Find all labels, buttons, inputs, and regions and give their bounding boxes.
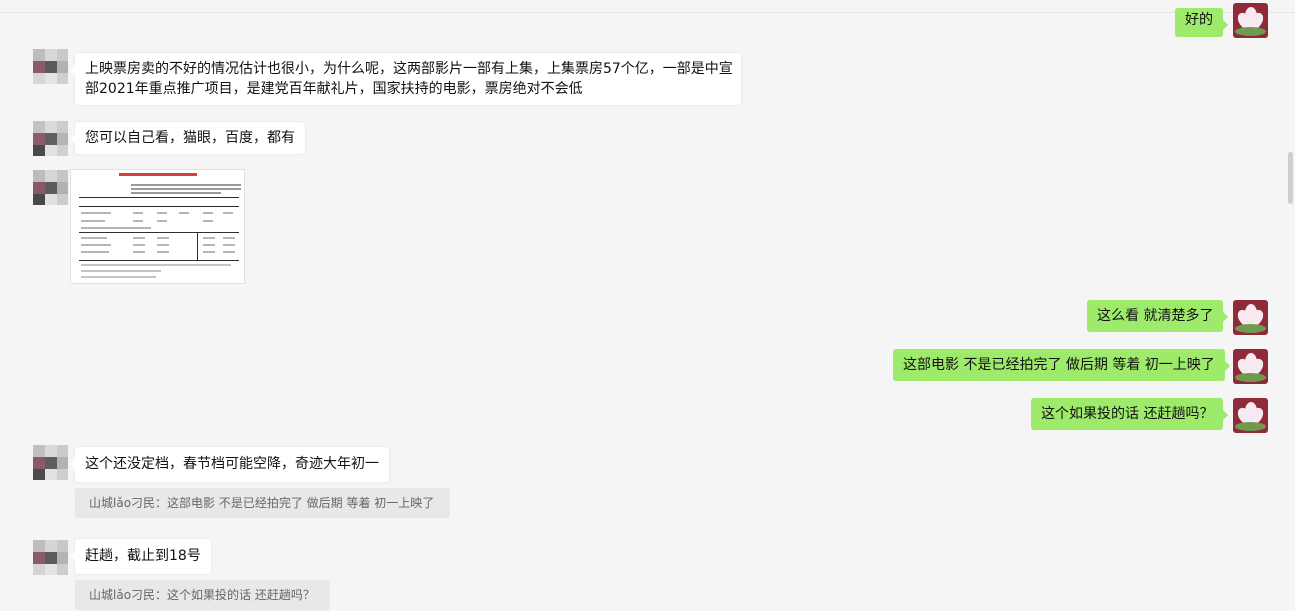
document-title-bar: [119, 173, 197, 176]
chat-bubble-outgoing[interactable]: 这么看 就清楚多了: [1087, 300, 1229, 332]
contact-avatar[interactable]: [33, 49, 68, 84]
self-avatar-lotus-icon[interactable]: [1233, 398, 1268, 433]
document-footnote-line: [81, 270, 161, 272]
chat-bubble-incoming[interactable]: 上映票房卖的不好的情况估计也很小，为什么呢，这两部影片一部有上集，上集票房57个…: [70, 53, 741, 105]
table-cell: [179, 212, 189, 214]
table-cell: [157, 244, 169, 246]
contact-avatar[interactable]: [33, 445, 68, 480]
table-cell: [157, 237, 169, 239]
table-cell: [223, 237, 235, 239]
chat-bubble-incoming[interactable]: 您可以自己看，猫眼，百度，都有: [70, 122, 305, 154]
table-rule: [79, 260, 239, 261]
document-header-line: [131, 192, 221, 194]
table-rule: [79, 197, 239, 198]
message-line: 上映票房卖的不好的情况估计也很小，为什么呢，这两部影片一部有上集，上集票房57个…: [85, 61, 733, 77]
document-header-line: [131, 184, 241, 186]
table-cell: [223, 244, 235, 246]
self-avatar-lotus-icon[interactable]: [1233, 3, 1268, 38]
table-cell: [133, 237, 145, 239]
table-cell: [81, 212, 111, 214]
chat-bubble-incoming[interactable]: 赶趟，截止到18号: [70, 539, 211, 574]
table-cell: [81, 237, 107, 239]
table-cell: [223, 212, 233, 214]
table-cell: [133, 244, 145, 246]
table-cell: [157, 220, 167, 222]
table-cell: [157, 212, 167, 214]
chat-bubble-outgoing[interactable]: 这部电影 不是已经拍完了 做后期 等着 初一上映了: [893, 349, 1230, 381]
contact-avatar[interactable]: [33, 121, 68, 156]
table-cell: [203, 212, 213, 214]
table-cell: [133, 251, 145, 253]
table-cell: [203, 251, 215, 253]
document-footnote-line: [81, 264, 231, 266]
chat-bubble-outgoing[interactable]: 这个如果投的话 还赶趟吗？: [1031, 398, 1229, 430]
chat-scrollbar[interactable]: [1288, 152, 1293, 204]
contact-avatar[interactable]: [33, 540, 68, 575]
table-cell: [81, 220, 105, 222]
quoted-message[interactable]: 山城lǎo刁民：这个如果投的话 还赶趟吗？: [75, 580, 330, 610]
table-cell: [81, 251, 109, 253]
table-cell: [81, 227, 151, 229]
document-header-line: [131, 188, 241, 190]
top-divider: [0, 12, 1295, 13]
table-cell: [133, 220, 143, 222]
image-message-thumbnail[interactable]: [71, 170, 244, 283]
contact-avatar[interactable]: [33, 170, 68, 205]
table-cell: [203, 220, 213, 222]
chat-bubble-outgoing[interactable]: 好的: [1175, 8, 1228, 37]
table-cell: [81, 244, 111, 246]
document-footnote-line: [81, 276, 156, 278]
table-cell: [203, 237, 215, 239]
table-rule: [79, 232, 239, 233]
table-cell: [157, 251, 169, 253]
chat-bubble-incoming[interactable]: 这个还没定档，春节档可能空降，奇迹大年初一: [70, 447, 389, 482]
table-cell: [133, 212, 143, 214]
quoted-message[interactable]: 山城lǎo刁民：这部电影 不是已经拍完了 做后期 等着 初一上映了: [75, 488, 450, 518]
table-rule-vertical: [197, 232, 198, 260]
table-rule: [79, 206, 239, 207]
table-cell: [223, 251, 235, 253]
table-cell: [203, 244, 215, 246]
self-avatar-lotus-icon[interactable]: [1233, 300, 1268, 335]
self-avatar-lotus-icon[interactable]: [1233, 349, 1268, 384]
message-line: 部2021年重点推广项目，是建党百年献礼片，国家扶持的电影，票房绝对不会低: [85, 81, 583, 97]
